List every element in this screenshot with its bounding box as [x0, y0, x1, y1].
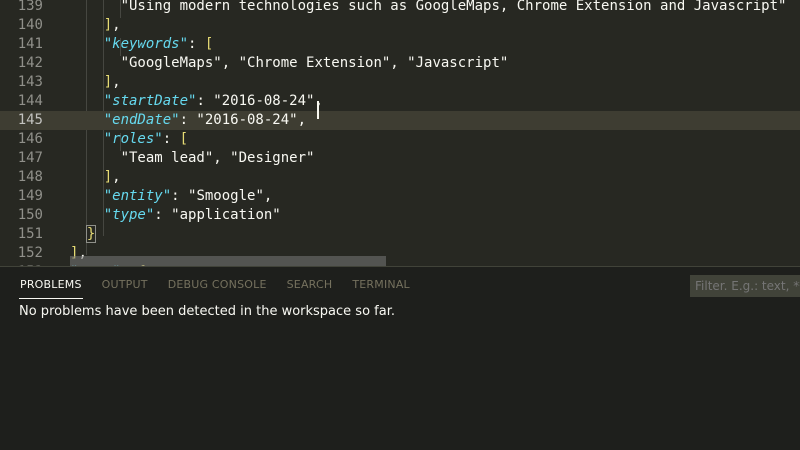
line-number: 141	[17, 36, 43, 52]
code-text: "GoogleMaps", "Chrome Extension", "Javas…	[70, 54, 509, 73]
line-number: 145	[17, 112, 43, 128]
json-text: "GoogleMaps", "Chrome Extension", "Javas…	[120, 55, 509, 71]
json-text: : [	[163, 131, 188, 147]
json-text: : "2016-08-24",	[196, 93, 323, 109]
code-editor[interactable]: 139 "Using modern technologies such as G…	[0, 0, 800, 266]
code-text: "Team lead", "Designer"	[70, 149, 315, 168]
json-text: ],	[104, 169, 121, 185]
line-number: 150	[17, 207, 43, 223]
json-text: ,	[112, 169, 121, 185]
code-line[interactable]: 149 "entity": "Smoogle",	[0, 187, 800, 206]
code-text: ],	[70, 73, 121, 92]
code-line[interactable]: 150 "type": "application"	[0, 206, 800, 225]
json-key: "type"	[103, 207, 155, 223]
line-number: 151	[17, 226, 43, 242]
bracket: ]	[103, 74, 113, 90]
code-line[interactable]: 147 "Team lead", "Designer"	[0, 149, 800, 168]
code-line[interactable]: 140 ],	[0, 16, 800, 35]
line-number: 140	[17, 17, 43, 33]
code-line[interactable]: 142 "GoogleMaps", "Chrome Extension", "J…	[0, 54, 800, 73]
code-text: ],	[70, 168, 121, 187]
json-text: :	[162, 131, 180, 147]
tab-terminal[interactable]: TERMINAL	[342, 267, 420, 303]
text-cursor	[317, 101, 319, 119]
json-text: : [	[188, 36, 213, 52]
code-text: "startDate": "2016-08-24",	[70, 92, 323, 111]
horizontal-scrollbar[interactable]	[70, 256, 386, 266]
json-text: : "application"	[154, 207, 281, 223]
json-text: "Team lead", "Designer"	[120, 150, 315, 166]
line-number: 144	[17, 93, 43, 109]
json-text: ,	[112, 74, 121, 90]
code-text: "roles": [	[70, 130, 188, 149]
code-line[interactable]: 141 "keywords": [	[0, 35, 800, 54]
code-text: "Using modern technologies such as Googl…	[70, 0, 787, 16]
tab-debug-console[interactable]: DEBUG CONSOLE	[158, 267, 277, 303]
json-key: "startDate"	[103, 93, 197, 109]
line-number: 148	[17, 169, 43, 185]
line-number: 149	[17, 188, 43, 204]
code-line[interactable]: 145 "endDate": "2016-08-24",	[0, 111, 800, 130]
json-key: "endDate"	[103, 112, 180, 128]
json-text: ],	[104, 17, 121, 33]
tab-search[interactable]: SEARCH	[277, 267, 343, 303]
code-text: "entity": "Smoogle",	[70, 187, 273, 206]
tab-problems[interactable]: PROBLEMS	[10, 267, 92, 303]
json-text: : "Smoogle",	[171, 188, 273, 204]
bottom-panel: PROBLEMS OUTPUT DEBUG CONSOLE SEARCH TER…	[0, 266, 800, 450]
code-text: "endDate": "2016-08-24",	[70, 111, 306, 130]
json-text: ,	[112, 17, 121, 33]
json-text: "Using modern technologies such as Googl…	[120, 0, 787, 14]
problems-status-message: No problems have been detected in the wo…	[19, 304, 395, 319]
bracket: ]	[103, 169, 113, 185]
bracket: [	[179, 131, 189, 147]
code-text: "keywords": [	[70, 35, 214, 54]
line-number: 152	[17, 245, 43, 261]
panel-tabs: PROBLEMS OUTPUT DEBUG CONSOLE SEARCH TER…	[10, 267, 420, 303]
line-number: 147	[17, 150, 43, 166]
code-line[interactable]: 139 "Using modern technologies such as G…	[0, 0, 800, 16]
json-text: :	[188, 36, 205, 52]
code-line[interactable]: 151 }	[0, 225, 800, 244]
bracket: }	[85, 225, 97, 243]
code-line[interactable]: 143 ],	[0, 73, 800, 92]
json-text: : "2016-08-24",	[179, 112, 307, 128]
json-key: "roles"	[103, 131, 163, 147]
json-text: }	[85, 225, 97, 243]
json-key: "entity"	[103, 188, 172, 204]
tab-output[interactable]: OUTPUT	[92, 267, 158, 303]
code-line[interactable]: 148 ],	[0, 168, 800, 187]
line-number: 139	[17, 0, 43, 14]
code-text: ],	[70, 16, 121, 35]
line-number: 143	[17, 74, 43, 90]
code-line[interactable]: 144 "startDate": "2016-08-24",	[0, 92, 800, 111]
code-text: }	[70, 225, 97, 244]
json-text: ],	[104, 74, 121, 90]
json-key: "keywords"	[103, 36, 189, 52]
problems-filter-input[interactable]	[690, 275, 800, 297]
code-line[interactable]: 146 "roles": [	[0, 130, 800, 149]
line-number: 142	[17, 55, 43, 71]
bracket: [	[204, 36, 214, 52]
line-number: 146	[17, 131, 43, 147]
bracket: ]	[103, 17, 113, 33]
code-text: "type": "application"	[70, 206, 281, 225]
